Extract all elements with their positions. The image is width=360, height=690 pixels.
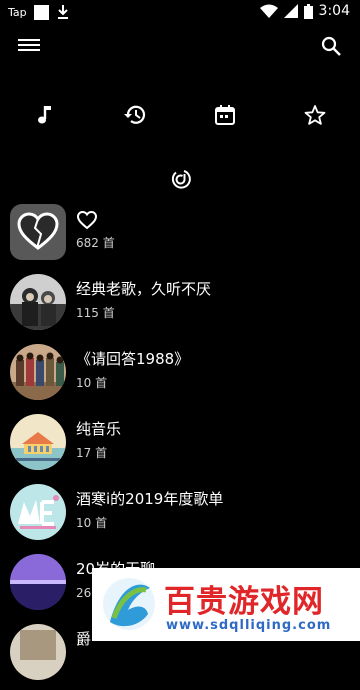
cover-image-2019 — [10, 484, 66, 540]
download-icon — [57, 5, 68, 19]
playlist-count: 10 首 — [76, 376, 108, 390]
playlist-cover — [10, 344, 66, 400]
status-left: Tap — [8, 4, 70, 20]
playlist-cover — [10, 274, 66, 330]
playlist-cover — [10, 554, 66, 610]
calendar-icon — [215, 105, 235, 125]
watermark-text: 百贵游戏网 — [164, 584, 324, 620]
cover-image-classic — [10, 274, 66, 330]
menu-icon-line — [18, 39, 40, 41]
status-right: 3:04 — [259, 3, 350, 19]
app-bar — [0, 24, 360, 68]
tab-bar — [0, 100, 360, 130]
notification-square-icon — [33, 4, 49, 20]
playlist-count: 115 首 — [76, 306, 115, 320]
heart-icon — [76, 210, 98, 230]
search-icon[interactable] — [320, 35, 342, 57]
menu-icon-line — [18, 49, 40, 51]
playlist-title: 酒寒i的2019年度歌单 — [76, 490, 224, 508]
playlist-count: 10 首 — [76, 516, 108, 530]
playlist-item[interactable]: 纯音乐 17 首 — [0, 410, 360, 480]
playlist-item[interactable]: 经典老歌，久听不厌 115 首 — [0, 270, 360, 340]
signal-icon — [283, 4, 298, 18]
playlist-cover — [10, 414, 66, 470]
cover-image-1988 — [10, 344, 66, 400]
playlist-cover — [10, 484, 66, 540]
status-time: 3:04 — [318, 3, 350, 19]
cover-image-20 — [10, 554, 66, 610]
history-icon — [124, 105, 146, 124]
playlist-cover — [10, 624, 66, 680]
wifi-icon — [259, 4, 278, 18]
watermark-logo-icon — [103, 578, 155, 630]
tab-calendar[interactable] — [210, 100, 240, 130]
battery-icon — [303, 3, 313, 19]
favorites-cover — [10, 204, 66, 260]
cover-image-jue — [10, 624, 66, 680]
watermark-url: www.sdqlliqing.com — [166, 618, 332, 633]
tab-music[interactable] — [30, 100, 60, 130]
playlist-title: 爵 — [76, 630, 92, 648]
tab-history[interactable] — [120, 100, 150, 130]
playlist-count: 682 首 — [76, 236, 115, 250]
star-icon — [304, 105, 326, 125]
menu-icon-line — [18, 44, 40, 46]
tab-favorites[interactable] — [300, 100, 330, 130]
playlist-item-favorites[interactable]: 682 首 — [0, 200, 360, 270]
status-tap-label: Tap — [8, 5, 27, 19]
status-bar: Tap 3:04 — [0, 0, 360, 24]
broken-heart-icon — [17, 212, 59, 250]
playlist-item[interactable]: 酒寒i的2019年度歌单 10 首 — [0, 480, 360, 550]
playlist-title: 经典老歌，久听不厌 — [76, 280, 212, 298]
watermark-banner: 百贵游戏网 www.sdqlliqing.com — [92, 568, 360, 641]
menu-button[interactable] — [18, 36, 40, 56]
cover-image-pure-music — [10, 414, 66, 470]
playlist-item[interactable]: 《请回答1988》 10 首 — [0, 340, 360, 410]
music-note-icon — [38, 106, 51, 124]
playlist-title: 纯音乐 — [76, 420, 122, 438]
playlist-title: 《请回答1988》 — [76, 350, 190, 368]
playlist-count: 17 首 — [76, 446, 108, 460]
netease-icon[interactable] — [170, 168, 192, 190]
